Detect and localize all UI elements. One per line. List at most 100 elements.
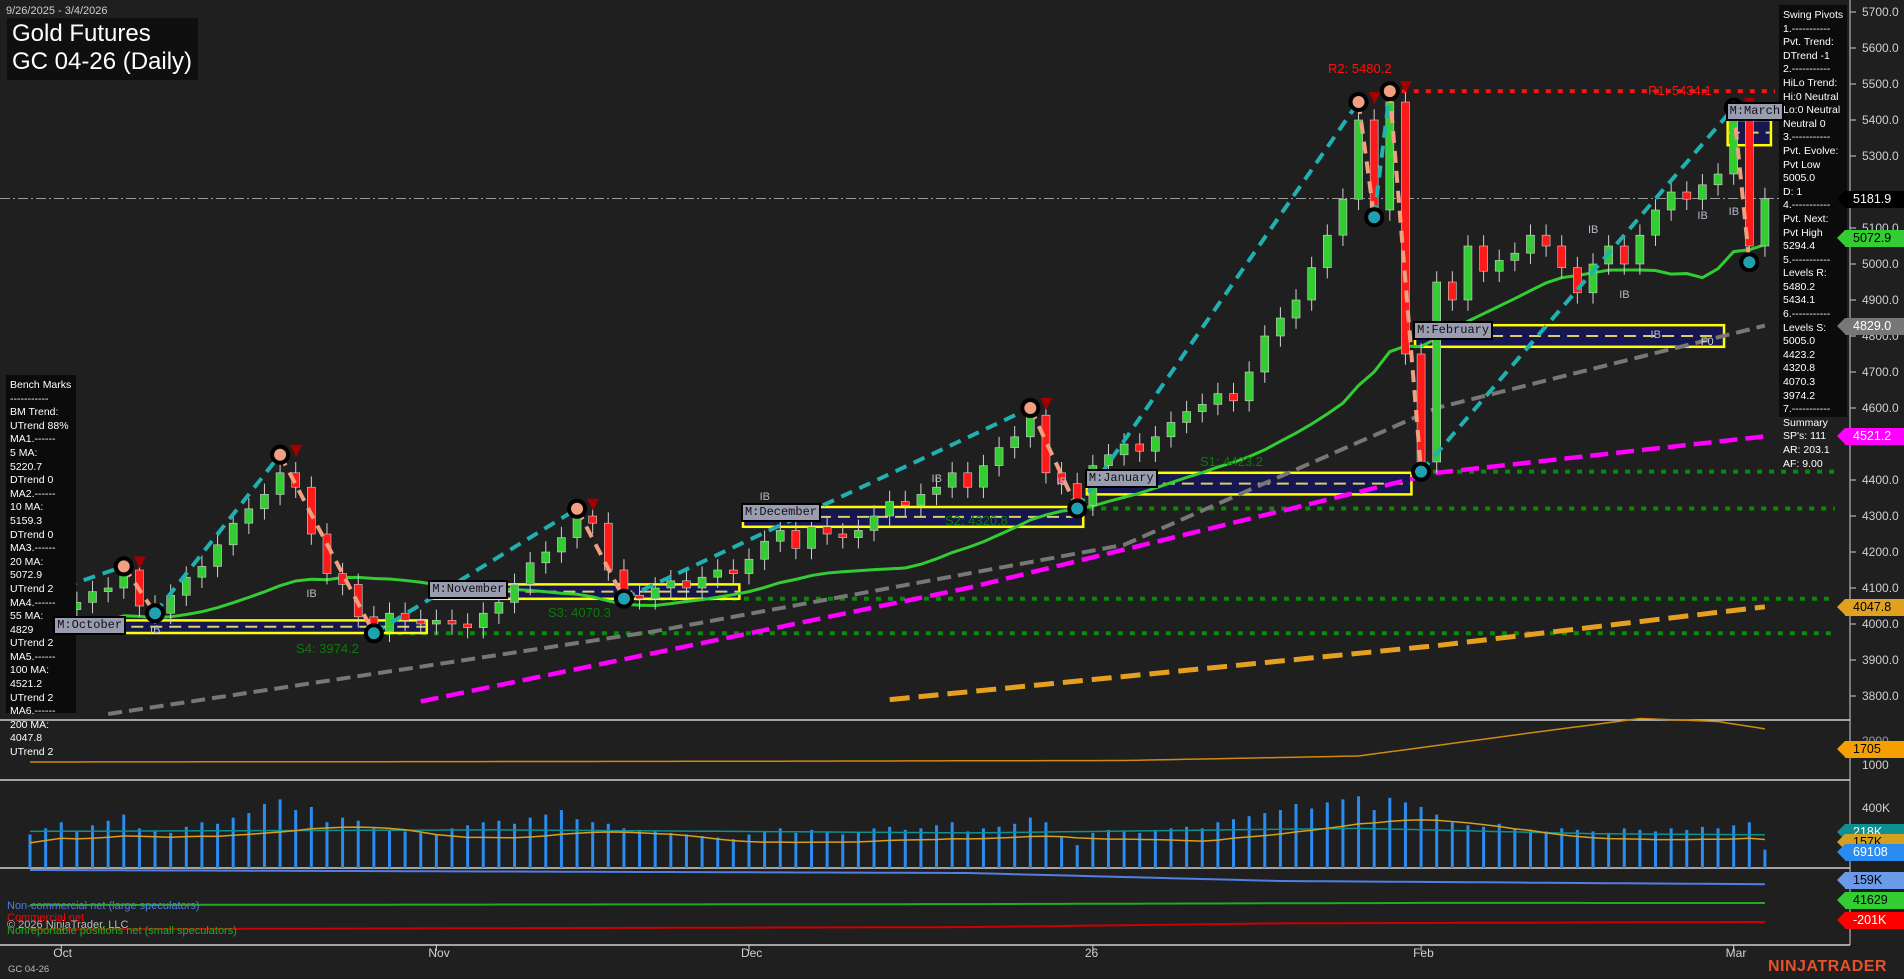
candle xyxy=(1260,325,1270,383)
volume-bar xyxy=(28,834,32,868)
candle xyxy=(213,534,222,578)
candle-body xyxy=(1510,252,1520,261)
volume-bar xyxy=(1513,828,1517,868)
candle-body xyxy=(854,530,863,538)
candle-body xyxy=(1682,191,1692,200)
volume-bar xyxy=(1685,829,1689,868)
volume-bar xyxy=(44,828,48,868)
volume-badge: 69108 xyxy=(1837,844,1904,861)
candle-body xyxy=(760,540,769,560)
candle xyxy=(1213,382,1223,416)
candle-body xyxy=(791,530,801,549)
legend-noncommercial: Non-commercial net (large speculators) xyxy=(7,900,200,912)
candle-body xyxy=(1557,245,1567,268)
volume-bar xyxy=(763,831,767,868)
swing-high-marker xyxy=(567,498,588,519)
volume-bar xyxy=(872,828,876,868)
candle-body xyxy=(1307,267,1316,301)
volume-bar xyxy=(1138,832,1142,868)
ib-label: IB xyxy=(1056,476,1067,489)
volume-bar xyxy=(497,820,501,868)
volume-bar xyxy=(341,817,345,868)
volume-bar xyxy=(1232,819,1236,868)
f0-label: F0 xyxy=(1700,336,1714,348)
price-tick-label: 4900.0 xyxy=(1862,293,1899,307)
month-label: M:February xyxy=(1413,321,1494,341)
candle xyxy=(1197,393,1207,423)
volume-bar xyxy=(716,837,720,868)
volume-bar xyxy=(1466,825,1470,868)
price-tick-label: 3800.0 xyxy=(1862,689,1899,703)
candle xyxy=(1401,91,1410,365)
candle-body xyxy=(1760,198,1770,247)
swing-up-line xyxy=(1075,100,1361,510)
bench-marks-line: 5159.3 xyxy=(10,514,43,527)
volume-bar xyxy=(1169,828,1173,868)
candle xyxy=(103,577,113,603)
volume-bar xyxy=(1700,826,1704,868)
candle-body xyxy=(869,515,879,531)
volume-bar xyxy=(106,820,110,868)
volume-bar xyxy=(419,832,423,868)
swing-pivots-line: 7.----------- xyxy=(1783,403,1831,416)
month-label: M:March xyxy=(1725,102,1785,121)
bench-marks-line: 5 MA: xyxy=(10,446,38,459)
swing-low-marker xyxy=(1411,461,1432,482)
bench-marks-line: 4047.8 xyxy=(10,732,43,745)
swing-pivots-line: DTrend -1 xyxy=(1783,49,1830,62)
x-axis-label: Oct xyxy=(53,946,72,960)
candle-body xyxy=(994,447,1004,466)
volume-bar xyxy=(528,817,532,868)
instrument-label: GC 04-26 xyxy=(8,964,50,975)
candle xyxy=(1557,235,1567,279)
candle-body xyxy=(478,612,488,628)
price-tick-label: 5300.0 xyxy=(1862,149,1899,163)
bench-marks-line: BM Trend: xyxy=(10,406,59,419)
swing-pivots-line: 3974.2 xyxy=(1783,389,1816,402)
candle-body xyxy=(775,530,785,542)
candle xyxy=(1635,224,1645,275)
candle xyxy=(1322,224,1332,279)
swing-pivots-line: 4070.3 xyxy=(1783,376,1816,389)
candle xyxy=(1463,235,1473,311)
swing-pivots-line: AF: 9.00 xyxy=(1783,457,1823,470)
down-triangle-icon xyxy=(290,444,303,457)
swing-pivots-line: Pvt. Trend: xyxy=(1783,36,1834,49)
candle-body xyxy=(103,587,113,592)
volume-bar xyxy=(731,839,735,868)
swing-pivots-line: 1.----------- xyxy=(1783,22,1831,35)
candle-body xyxy=(697,576,707,589)
bench-marks-line: DTrend 0 xyxy=(10,474,54,487)
volume-bar xyxy=(403,831,407,868)
price-tick-label: 3900.0 xyxy=(1862,653,1899,667)
swing-pivots-line: Pvt High xyxy=(1783,226,1823,239)
volume-bar xyxy=(1497,823,1501,868)
candle-body xyxy=(510,584,519,603)
swing-pivots-line: HiLo Trend: xyxy=(1783,76,1838,89)
swing-pivots-line: 5434.1 xyxy=(1783,294,1816,307)
indicator-line xyxy=(30,717,1766,763)
price-chart[interactable] xyxy=(0,0,1904,979)
volume-bar xyxy=(262,803,266,868)
cot-noncommercial-line xyxy=(30,869,1765,886)
volume-bar xyxy=(653,831,657,868)
volume-bar xyxy=(638,829,642,868)
candle-body xyxy=(1151,436,1160,452)
candle-body xyxy=(900,501,910,506)
chart-title: Gold Futures GC 04-26 (Daily) xyxy=(7,18,199,80)
bench-marks-line: 4521.2 xyxy=(10,678,43,691)
volume-bar xyxy=(1013,823,1017,868)
candle-body xyxy=(1448,281,1457,301)
swing-pivots-line: 6.----------- xyxy=(1783,308,1831,321)
candle xyxy=(1291,289,1301,329)
indicator-badge: 1705 xyxy=(1837,741,1904,758)
volume-bar xyxy=(684,834,688,868)
candle-body xyxy=(1666,191,1676,211)
candle xyxy=(1698,174,1707,210)
price-badge-last_price: 5181.9 xyxy=(1837,190,1904,208)
volume-bar xyxy=(1060,835,1064,868)
volume-bar xyxy=(700,835,704,868)
bench-marks-line: MA4.------ xyxy=(10,596,56,609)
volume-bar xyxy=(1544,831,1548,868)
ma200-line xyxy=(889,604,1766,703)
